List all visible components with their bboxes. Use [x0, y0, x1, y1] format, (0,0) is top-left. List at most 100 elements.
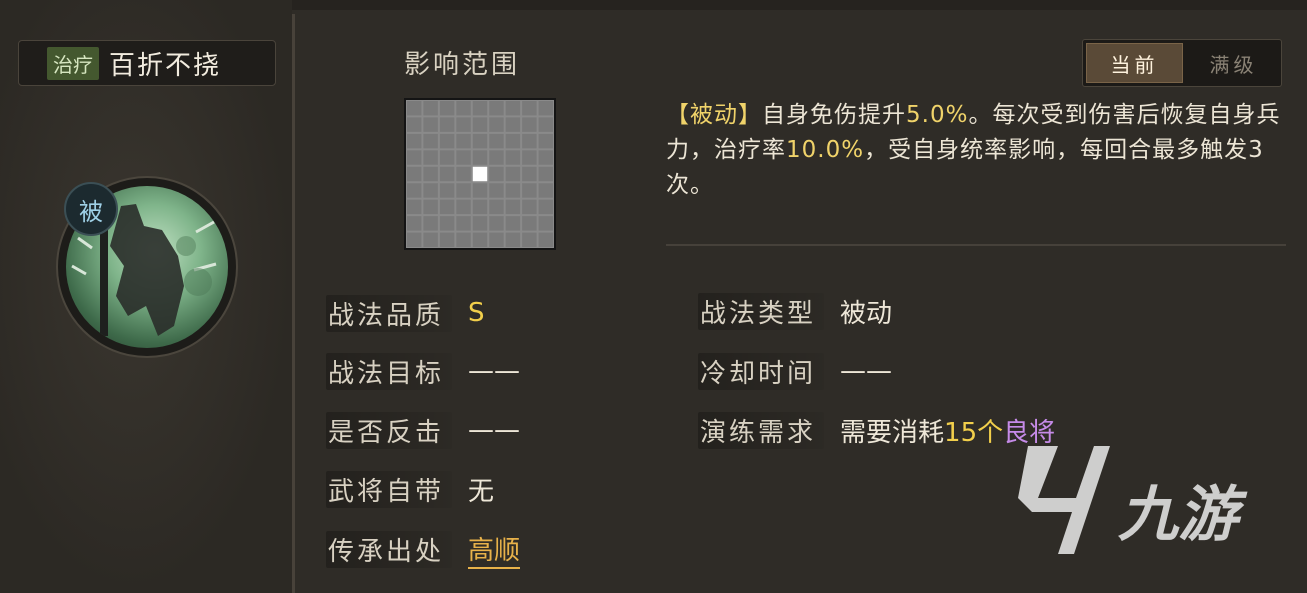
grid-cell	[439, 232, 455, 247]
attr-value: 被动	[840, 298, 893, 329]
grid-cell	[489, 216, 504, 231]
desc-part1: 自身免伤提升	[762, 102, 906, 128]
grid-cell	[489, 117, 504, 132]
attr-counter: 是否反击 ——	[326, 407, 520, 453]
grid-cell	[423, 117, 438, 132]
attr-cooldown: 冷却时间 ——	[698, 348, 892, 394]
grid-cell	[489, 101, 504, 116]
grid-cell	[439, 216, 455, 231]
grid-cell	[538, 150, 553, 165]
attr-value: ——	[468, 356, 521, 386]
grid-cell	[439, 101, 455, 116]
grid-cell	[407, 150, 422, 165]
attr-value: ——	[468, 415, 521, 445]
desc-value1: 5.0%	[906, 102, 969, 128]
grid-cell	[472, 216, 488, 231]
attr-label: 战法目标	[326, 352, 453, 390]
attr-label: 是否反击	[326, 411, 453, 449]
grid-cell	[489, 133, 504, 149]
attr-type: 战法类型 被动	[698, 288, 892, 334]
attr-value: S	[468, 298, 485, 328]
grid-cell	[456, 117, 471, 132]
attr-target: 战法目标 ——	[326, 348, 520, 394]
tab-max-level[interactable]: 满级	[1186, 40, 1281, 86]
grid-cell	[456, 216, 471, 231]
skill-title-bar: 治疗 百折不挠	[18, 40, 276, 86]
grid-cell	[505, 117, 521, 132]
skill-description: 【被动】自身免伤提升5.0%。每次受到伤害后恢复自身兵力，治疗率10.0%，受自…	[666, 98, 1296, 203]
attr-value: ——	[840, 356, 893, 386]
grid-cell	[423, 166, 438, 182]
grid-cell	[439, 133, 455, 149]
grid-cell	[439, 166, 455, 182]
grid-cell	[522, 166, 537, 182]
skill-name: 百折不挠	[109, 50, 222, 81]
grid-cell	[423, 101, 438, 116]
grid-cell	[439, 183, 455, 198]
grid-cell	[407, 133, 422, 149]
inherit-source-link[interactable]: 高顺	[468, 530, 521, 569]
grid-cell	[522, 232, 537, 247]
grid-cell	[472, 199, 488, 215]
grid-cell	[407, 216, 422, 231]
grid-cell	[407, 183, 422, 198]
grid-cell-self	[472, 166, 488, 182]
grid-cell	[456, 199, 471, 215]
grid-cell	[538, 101, 553, 116]
grid-cell	[423, 199, 438, 215]
grid-cell	[489, 150, 504, 165]
attr-quality: 战法品质 S	[326, 290, 485, 336]
grid-cell	[489, 166, 504, 182]
attr-label: 传承出处	[326, 530, 453, 568]
grid-cell	[505, 133, 521, 149]
attr-inherit-source: 传承出处 高顺	[326, 526, 521, 572]
attr-label: 战法类型	[698, 292, 825, 330]
attr-value: 无	[468, 476, 495, 507]
req-text: 需要消耗	[840, 417, 945, 448]
grid-cell	[505, 232, 521, 247]
grid-cell	[505, 183, 521, 198]
grid-cell	[522, 133, 537, 149]
attr-innate: 武将自带 无	[326, 466, 494, 512]
vertical-divider	[292, 14, 295, 593]
grid-cell	[522, 150, 537, 165]
range-label: 影响范围	[404, 50, 521, 80]
grid-cell	[456, 166, 471, 182]
grid-cell	[489, 199, 504, 215]
grid-cell	[505, 199, 521, 215]
grid-cell	[423, 232, 438, 247]
grid-cell	[505, 166, 521, 182]
grid-cell	[505, 150, 521, 165]
grid-cell	[407, 166, 422, 182]
attr-training-requirement: 演练需求 需要消耗15个良将	[698, 407, 1055, 453]
grid-cell	[522, 117, 537, 132]
watermark-text: 九游	[1118, 480, 1238, 550]
horizontal-divider	[666, 244, 1286, 246]
attr-label: 演练需求	[698, 411, 825, 449]
grid-cell	[538, 133, 553, 149]
grid-cell	[456, 183, 471, 198]
grid-cell	[522, 199, 537, 215]
grid-cell	[423, 216, 438, 231]
grid-cell	[456, 150, 471, 165]
heal-tag: 治疗	[47, 46, 99, 80]
tab-current[interactable]: 当前	[1086, 43, 1183, 83]
grid-cell	[456, 232, 471, 247]
grid-cell	[522, 216, 537, 231]
grid-cell	[538, 199, 553, 215]
grid-cell	[456, 101, 471, 116]
grid-cell	[538, 232, 553, 247]
grid-cell	[489, 232, 504, 247]
grid-cell	[407, 199, 422, 215]
grid-cell	[489, 183, 504, 198]
grid-cell	[505, 216, 521, 231]
passive-badge: 被	[64, 182, 118, 236]
attr-label: 冷却时间	[698, 352, 825, 390]
grid-cell	[472, 150, 488, 165]
range-grid-svg	[407, 101, 553, 247]
grid-cell	[538, 117, 553, 132]
grid-cell	[439, 150, 455, 165]
grid-cell	[423, 150, 438, 165]
grid-cell	[407, 117, 422, 132]
grid-cell	[439, 199, 455, 215]
